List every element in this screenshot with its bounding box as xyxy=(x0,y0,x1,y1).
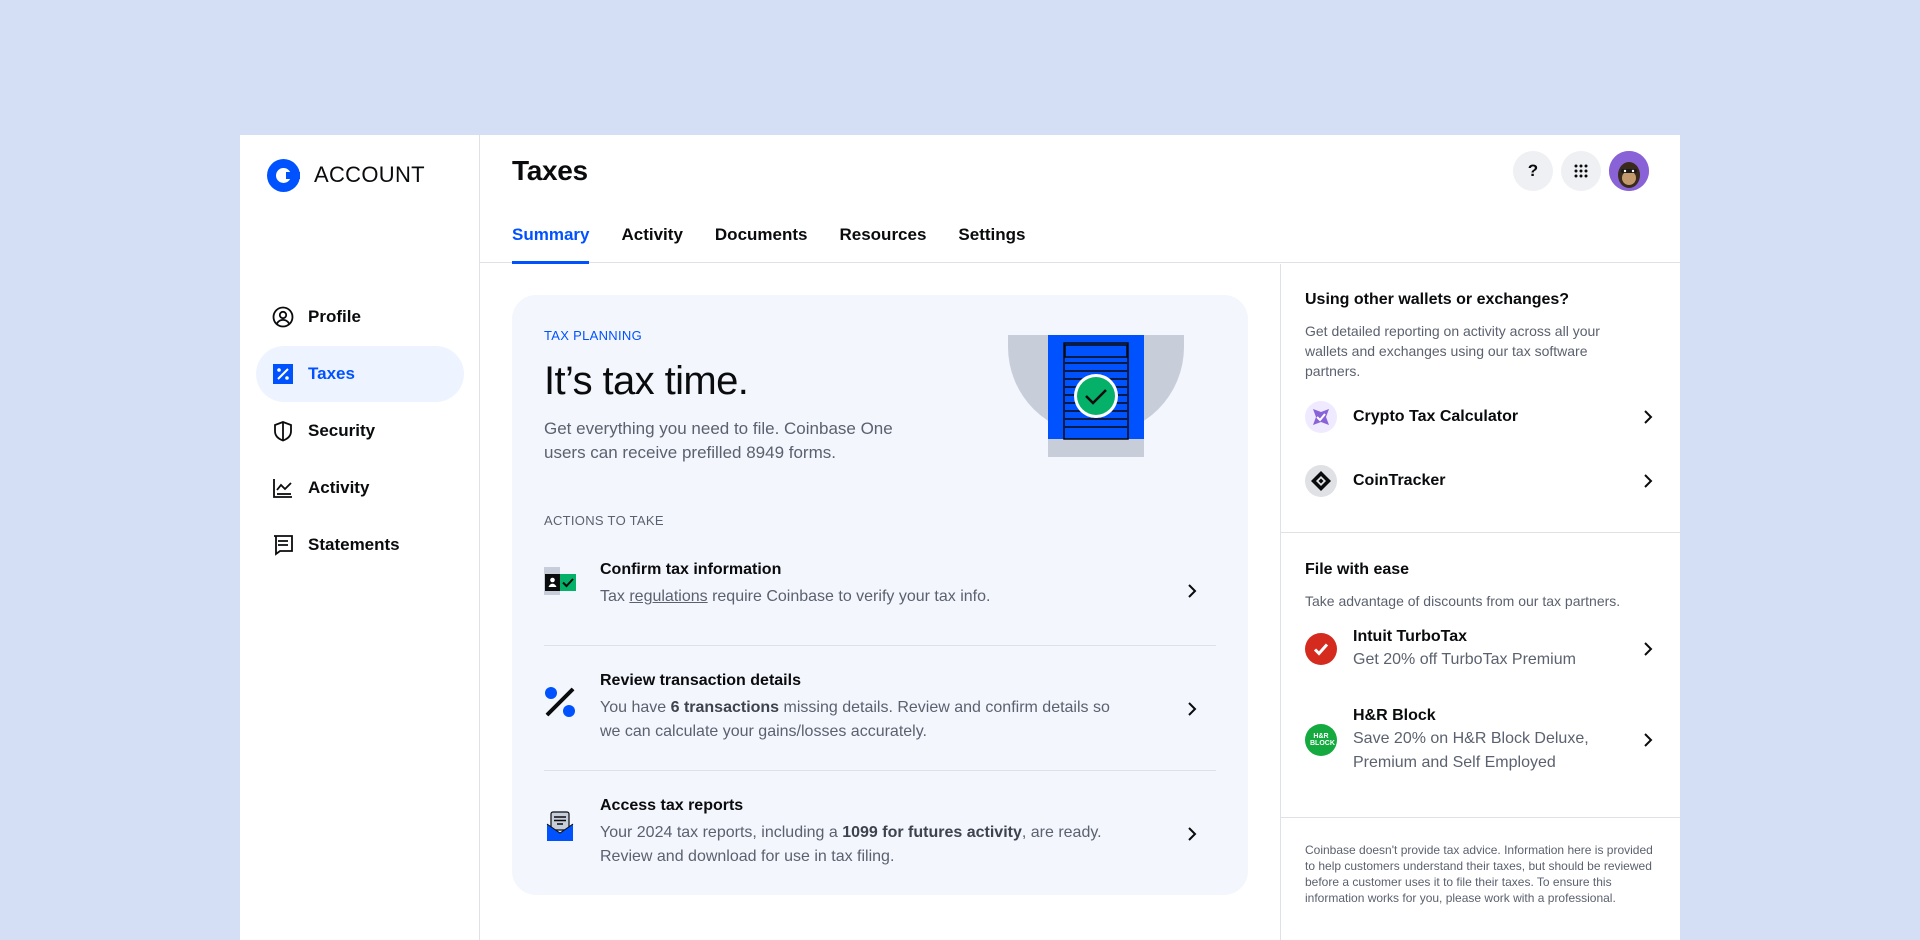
wallets-description: Get detailed reporting on activity acros… xyxy=(1305,323,1600,379)
wallets-section: Using other wallets or exchanges? Get de… xyxy=(1281,264,1680,533)
partner-name: H&R Block xyxy=(1353,707,1436,724)
tax-disclaimer: Coinbase doesn't provide tax advice. Inf… xyxy=(1305,843,1653,905)
receipt-icon xyxy=(272,534,294,556)
card-title: It’s tax time. xyxy=(544,359,749,403)
chevron-right-icon xyxy=(1644,642,1653,656)
apps-grid-button[interactable] xyxy=(1561,151,1601,191)
partner-hr-block[interactable]: H&R BLOCK H&R Block Save 20% on H&R Bloc… xyxy=(1305,704,1656,776)
app-window: ACCOUNT Profile Taxes Security Activity … xyxy=(240,135,1680,940)
avatar[interactable] xyxy=(1609,151,1649,191)
sidebar-item-activity[interactable]: Activity xyxy=(256,460,464,516)
tab-bar: Summary Activity Documents Resources Set… xyxy=(512,225,1025,264)
sidebar-item-statements[interactable]: Statements xyxy=(256,517,464,573)
sidebar-item-label: Statements xyxy=(308,535,400,554)
chevron-right-icon xyxy=(1188,702,1197,716)
partner-offer: Get 20% off TurboTax Premium xyxy=(1353,651,1576,668)
turbotax-logo-icon xyxy=(1305,633,1337,665)
sidebar-item-profile[interactable]: Profile xyxy=(256,289,464,345)
action-text: Review transaction details You have 6 tr… xyxy=(600,670,1120,744)
action-text: Confirm tax information Tax regulations … xyxy=(600,559,990,609)
id-card-check-icon xyxy=(544,567,576,595)
tab-summary[interactable]: Summary xyxy=(512,225,590,264)
shield-icon xyxy=(272,420,294,442)
actions-section-label: ACTIONS TO TAKE xyxy=(544,513,664,528)
right-panel: Using other wallets or exchanges? Get de… xyxy=(1280,264,1680,940)
partner-text: H&R Block Save 20% on H&R Block Deluxe, … xyxy=(1353,705,1623,775)
tab-settings[interactable]: Settings xyxy=(958,225,1025,263)
header-actions: ? xyxy=(1513,151,1649,191)
sidebar-item-security[interactable]: Security xyxy=(256,403,464,459)
user-circle-icon xyxy=(272,306,294,328)
action-description: Your 2024 tax reports, including a 1099 … xyxy=(600,824,1102,865)
page-header: Taxes ? Summary Activity Documents Resou… xyxy=(480,135,1680,264)
card-eyebrow: TAX PLANNING xyxy=(544,328,642,343)
file-ease-title: File with ease xyxy=(1305,561,1410,578)
partner-offer: Save 20% on H&R Block Deluxe, Premium an… xyxy=(1353,730,1589,771)
sidebar-item-label: Taxes xyxy=(308,364,355,383)
sidebar-item-label: Activity xyxy=(308,478,370,497)
chevron-right-icon xyxy=(1644,733,1653,747)
percent-icon xyxy=(545,687,575,717)
actions-list: Confirm tax information Tax regulations … xyxy=(544,545,1216,901)
action-title: Confirm tax information xyxy=(600,561,782,578)
partner-text: Intuit TurboTax Get 20% off TurboTax Pre… xyxy=(1353,626,1576,672)
card-subtitle: Get everything you need to file. Coinbas… xyxy=(544,419,893,462)
tax-document-illustration xyxy=(1008,335,1184,457)
tab-resources[interactable]: Resources xyxy=(839,225,926,263)
sidebar-nav: Profile Taxes Security Activity Statemen… xyxy=(256,289,464,574)
crypto-tax-calculator-logo-icon xyxy=(1305,401,1337,433)
hr-block-logo-icon: H&R BLOCK xyxy=(1305,724,1337,756)
action-text: Access tax reports Your 2024 tax reports… xyxy=(600,795,1120,869)
coinbase-logo-icon xyxy=(267,158,300,192)
regulations-link[interactable]: regulations xyxy=(629,588,707,605)
partner-turbotax[interactable]: Intuit TurboTax Get 20% off TurboTax Pre… xyxy=(1305,625,1656,673)
sidebar-item-label: Profile xyxy=(308,307,361,326)
action-title: Review transaction details xyxy=(600,672,801,689)
brand[interactable]: ACCOUNT xyxy=(267,158,425,192)
chevron-right-icon xyxy=(1188,827,1197,841)
partner-name: Crypto Tax Calculator xyxy=(1353,408,1519,425)
sidebar: ACCOUNT Profile Taxes Security Activity … xyxy=(240,135,480,940)
cointracker-logo-icon xyxy=(1305,465,1337,497)
partner-name: CoinTracker xyxy=(1353,472,1446,489)
chevron-right-icon xyxy=(1188,584,1197,598)
file-ease-description: Take advantage of discounts from our tax… xyxy=(1305,593,1621,609)
envelope-document-icon xyxy=(546,811,574,841)
action-access-tax-reports[interactable]: Access tax reports Your 2024 tax reports… xyxy=(544,771,1216,901)
grid-icon xyxy=(1574,164,1588,178)
chart-icon xyxy=(272,477,294,499)
sidebar-item-taxes[interactable]: Taxes xyxy=(256,346,464,402)
partner-name: Intuit TurboTax xyxy=(1353,628,1468,645)
action-confirm-tax-info[interactable]: Confirm tax information Tax regulations … xyxy=(544,545,1216,646)
action-description: Tax regulations require Coinbase to veri… xyxy=(600,588,991,605)
page-title: Taxes xyxy=(512,155,588,186)
brand-title: ACCOUNT xyxy=(314,162,425,187)
percent-square-icon xyxy=(272,363,294,385)
chevron-right-icon xyxy=(1644,410,1653,424)
action-review-transactions[interactable]: Review transaction details You have 6 tr… xyxy=(544,646,1216,771)
partner-cointracker[interactable]: CoinTracker xyxy=(1305,461,1656,501)
tab-activity[interactable]: Activity xyxy=(621,225,682,263)
wallets-title: Using other wallets or exchanges? xyxy=(1305,291,1570,308)
tax-planning-card: TAX PLANNING It’s tax time. Get everythi… xyxy=(512,295,1248,895)
action-description: You have 6 transactions missing details.… xyxy=(600,699,1110,740)
action-title: Access tax reports xyxy=(600,797,744,814)
tab-documents[interactable]: Documents xyxy=(715,225,808,263)
help-button[interactable]: ? xyxy=(1513,151,1553,191)
partner-crypto-tax-calculator[interactable]: Crypto Tax Calculator xyxy=(1305,397,1656,437)
file-with-ease-section: File with ease Take advantage of discoun… xyxy=(1281,533,1680,818)
chevron-right-icon xyxy=(1644,474,1653,488)
sidebar-item-label: Security xyxy=(308,421,376,440)
